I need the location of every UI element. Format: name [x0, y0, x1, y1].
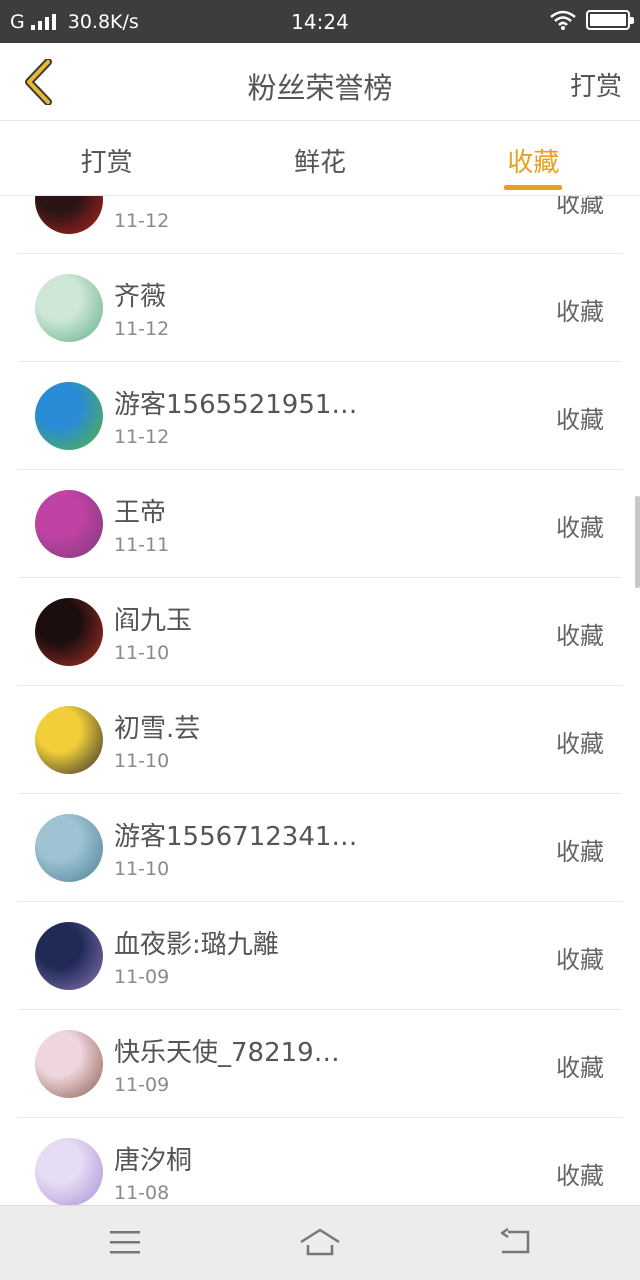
user-name: 血夜影:璐九離	[114, 930, 279, 960]
return-icon	[500, 1228, 530, 1254]
list-item[interactable]: 齐薇 11-12 收藏	[18, 254, 622, 362]
reward-button[interactable]: 打赏	[570, 66, 622, 103]
menu-button[interactable]	[100, 1222, 150, 1262]
date-label: 11-09	[114, 966, 170, 988]
header: 粉丝荣誉榜 打赏	[0, 43, 640, 121]
page-title: 粉丝荣誉榜	[247, 71, 393, 105]
home-button[interactable]	[295, 1222, 345, 1262]
user-name: 阎九玉	[114, 606, 193, 636]
battery-icon	[586, 10, 634, 30]
action-label: 收藏	[556, 514, 604, 542]
action-label: 收藏	[556, 838, 604, 866]
date-label: 11-09	[114, 1074, 170, 1096]
list-item[interactable]: 11-12 收藏	[18, 196, 622, 254]
date-label: 11-11	[114, 534, 170, 556]
avatar	[35, 196, 103, 234]
list-item[interactable]: 阎九玉 11-10 收藏	[18, 578, 622, 686]
date-label: 11-10	[114, 858, 170, 880]
action-label: 收藏	[556, 730, 604, 758]
tab-favorites[interactable]: 收藏	[427, 122, 640, 195]
avatar	[35, 382, 103, 450]
user-name: 王帝	[114, 498, 167, 528]
return-button[interactable]	[490, 1222, 540, 1262]
home-icon	[300, 1228, 340, 1256]
list-item[interactable]: 游客1556712341… 11-10 收藏	[18, 794, 622, 902]
avatar	[35, 490, 103, 558]
action-label: 收藏	[556, 1054, 604, 1082]
date-label: 11-10	[114, 750, 170, 772]
user-name: 游客1556712341…	[114, 822, 358, 852]
list-item[interactable]: 唐汐桐 11-08 收藏	[18, 1118, 622, 1205]
user-name: 唐汐桐	[114, 1146, 193, 1176]
status-right	[550, 10, 634, 30]
fan-list[interactable]: 11-12 收藏 齐薇 11-12 收藏 游客1565521951… 11-12…	[0, 196, 640, 1205]
list-item[interactable]: 初雪.芸 11-10 收藏	[18, 686, 622, 794]
action-label: 收藏	[556, 196, 604, 218]
date-label: 11-12	[114, 210, 170, 232]
list-item[interactable]: 血夜影:璐九離 11-09 收藏	[18, 902, 622, 1010]
action-label: 收藏	[556, 1162, 604, 1190]
system-nav-bar	[0, 1205, 640, 1280]
menu-icon	[110, 1231, 140, 1254]
avatar	[35, 922, 103, 990]
list-item[interactable]: 快乐天使_78219… 11-09 收藏	[18, 1010, 622, 1118]
avatar	[35, 706, 103, 774]
tab-flowers[interactable]: 鲜花	[213, 122, 426, 195]
tab-bar: 打赏 鲜花 收藏	[0, 122, 640, 196]
action-label: 收藏	[556, 406, 604, 434]
date-label: 11-12	[114, 426, 170, 448]
date-label: 11-12	[114, 318, 170, 340]
user-name: 游客1565521951…	[114, 390, 358, 420]
wifi-icon	[550, 10, 576, 30]
action-label: 收藏	[556, 622, 604, 650]
date-label: 11-10	[114, 642, 170, 664]
user-name: 快乐天使_78219…	[114, 1038, 340, 1068]
user-name: 齐薇	[114, 282, 167, 312]
avatar	[35, 1030, 103, 1098]
date-label: 11-08	[114, 1182, 170, 1204]
action-label: 收藏	[556, 946, 604, 974]
list-item[interactable]: 王帝 11-11 收藏	[18, 470, 622, 578]
avatar	[35, 598, 103, 666]
scrollbar[interactable]	[635, 496, 640, 588]
avatar	[35, 1138, 103, 1205]
user-name: 初雪.芸	[114, 714, 201, 744]
status-bar: G 30.8K/s 14:24	[0, 0, 640, 43]
avatar	[35, 814, 103, 882]
action-label: 收藏	[556, 298, 604, 326]
avatar	[35, 274, 103, 342]
tab-reward[interactable]: 打赏	[0, 122, 213, 195]
list-item[interactable]: 游客1565521951… 11-12 收藏	[18, 362, 622, 470]
status-time: 14:24	[291, 10, 349, 34]
